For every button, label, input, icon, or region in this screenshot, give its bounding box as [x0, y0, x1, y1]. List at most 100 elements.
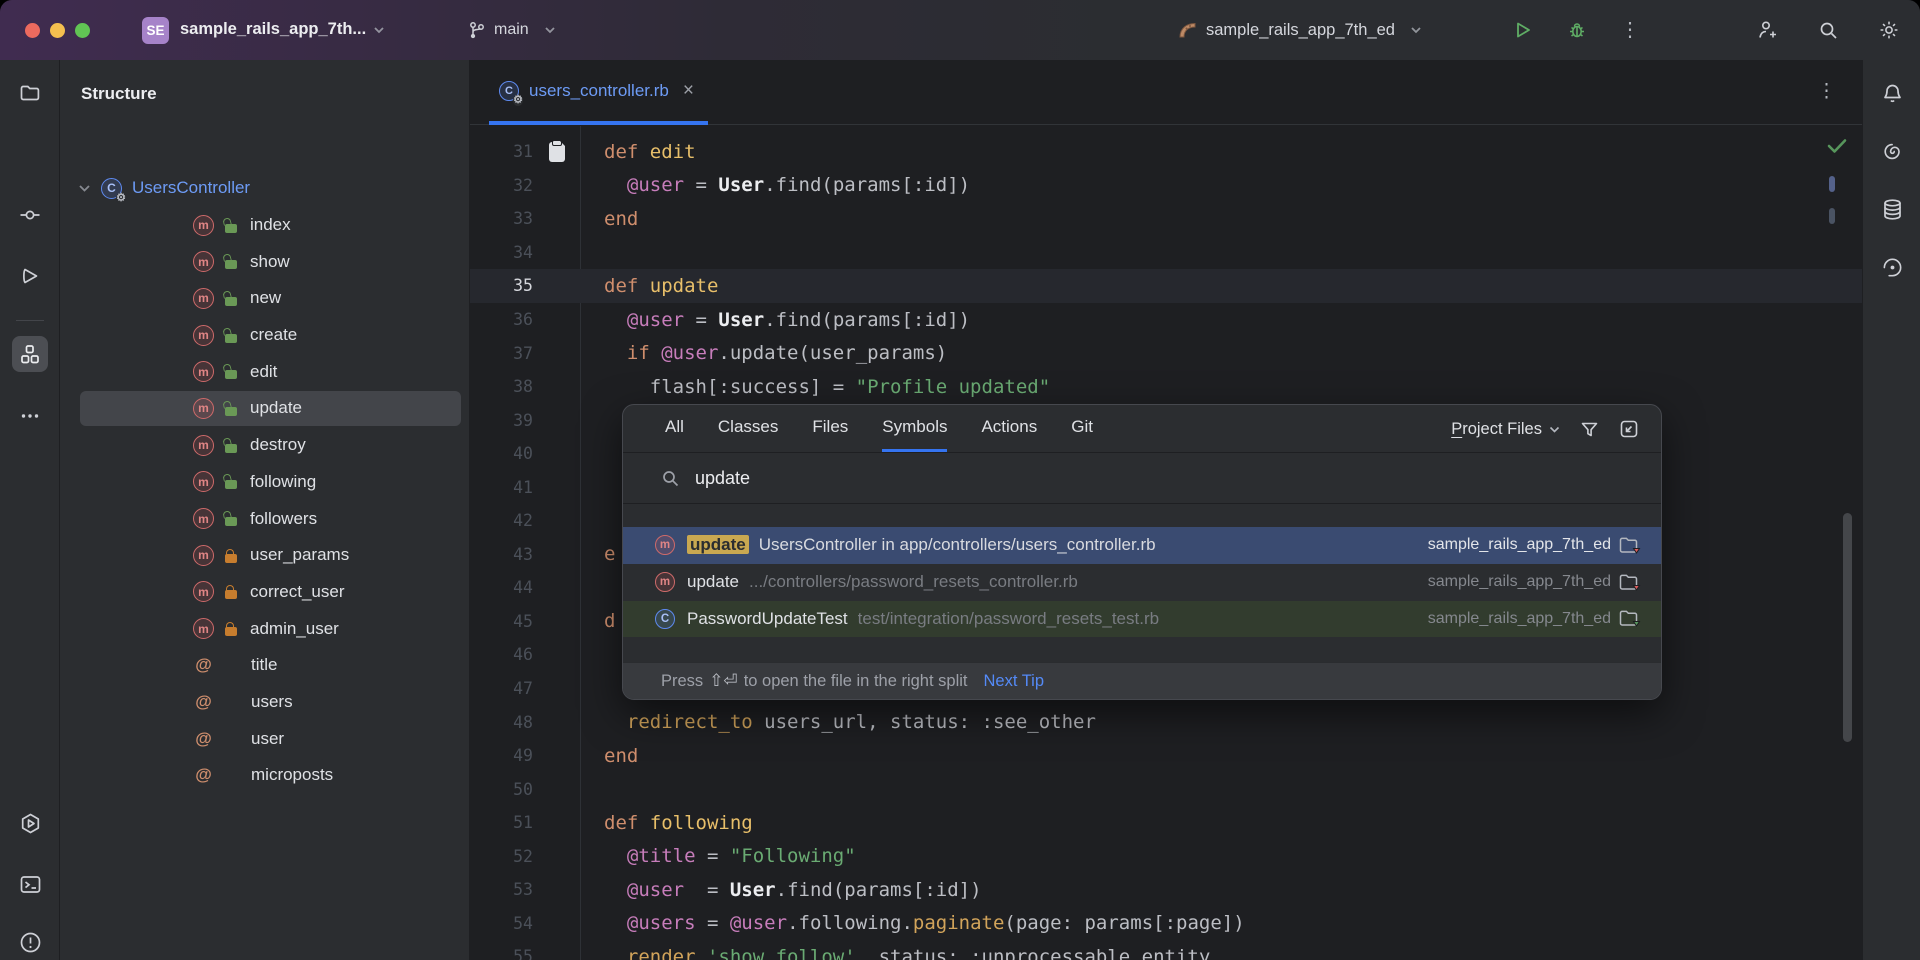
run-configuration-selector[interactable]: sample_rails_app_7th_ed [1176, 0, 1422, 60]
structure-item-index[interactable]: mindex [60, 207, 469, 244]
structure-root-usercontroller[interactable]: CUsersController [60, 170, 469, 207]
search-result-PasswordUpdateTest[interactable]: CPasswordUpdateTesttest/integration/pass… [623, 601, 1661, 638]
structure-item-users[interactable]: @users [60, 684, 469, 721]
project-tool-button[interactable] [12, 75, 48, 111]
code-line-53[interactable]: 53 @user = User.find(params[:id]) [470, 873, 1862, 907]
structure-tree: CUsersControllermindexmshowmnewmcreateme… [60, 170, 469, 794]
code-text: end [580, 745, 638, 767]
structure-item-title[interactable]: @title [60, 647, 469, 684]
code-with-me-button[interactable] [1754, 17, 1780, 43]
scope-selector[interactable]: Project Files [1451, 420, 1560, 439]
editor-scrollbar[interactable] [1843, 513, 1852, 742]
database-button[interactable] [1874, 191, 1910, 227]
filter-icon[interactable] [1580, 420, 1599, 439]
window-close-button[interactable] [25, 23, 40, 38]
code-line-48[interactable]: 48 redirect_to users_url, status: :see_o… [470, 705, 1862, 739]
popup-tab-classes[interactable]: Classes [718, 405, 778, 452]
code-line-31[interactable]: 31def edit [470, 135, 1862, 169]
code-line-34[interactable]: 34 [470, 236, 1862, 270]
more-actions-button[interactable]: ⋮ [1617, 17, 1643, 43]
code-line-36[interactable]: 36 @user = User.find(params[:id]) [470, 303, 1862, 337]
structure-item-admin_user[interactable]: madmin_user [60, 610, 469, 647]
code-text: e [580, 543, 615, 565]
close-tab-icon[interactable]: × [683, 80, 694, 102]
git-branch-widget[interactable]: main [468, 0, 556, 60]
debug-button[interactable] [1564, 17, 1590, 43]
public-lock-icon [225, 517, 237, 526]
settings-button[interactable] [1876, 17, 1902, 43]
run-button[interactable] [1510, 17, 1536, 43]
code-line-32[interactable]: 32 @user = User.find(params[:id]) [470, 169, 1862, 203]
structure-item-label: edit [250, 362, 277, 382]
instance-attribute-icon: @ [193, 729, 214, 749]
public-lock-icon [225, 407, 237, 416]
popup-tab-symbols[interactable]: Symbols [882, 405, 947, 452]
line-number: 35 [470, 276, 533, 295]
structure-item-edit[interactable]: medit [60, 353, 469, 390]
instance-attribute-icon: @ [193, 765, 214, 785]
code-line-55[interactable]: 55 render 'show_follow', status: :unproc… [470, 940, 1862, 960]
more-tool-windows-button[interactable] [12, 398, 48, 434]
structure-item-microposts[interactable]: @microposts [60, 757, 469, 794]
run-tool-button[interactable] [12, 258, 48, 294]
code-line-38[interactable]: 38 flash[:success] = "Profile updated" [470, 370, 1862, 404]
structure-item-new[interactable]: mnew [60, 280, 469, 317]
run-window-icon [19, 265, 41, 287]
structure-item-destroy[interactable]: mdestroy [60, 427, 469, 464]
popup-results-list: mupdateUsersController in app/controller… [623, 527, 1661, 637]
next-tip-link[interactable]: Next Tip [984, 672, 1045, 691]
tab-users-controller[interactable]: C users_controller.rb × [489, 60, 708, 125]
terminal-tool-button[interactable] [12, 866, 48, 902]
structure-item-following[interactable]: mfollowing [60, 464, 469, 501]
popup-tab-files[interactable]: Files [812, 405, 848, 452]
structure-item-correct_user[interactable]: mcorrect_user [60, 574, 469, 611]
popup-tab-git[interactable]: Git [1071, 405, 1093, 452]
popup-search-field[interactable]: update [623, 454, 1661, 504]
tab-label: users_controller.rb [529, 81, 669, 101]
public-lock-icon [225, 224, 237, 233]
code-line-35[interactable]: 35def update [470, 269, 1862, 303]
tab-options-kebab-icon[interactable]: ⋮ [1817, 86, 1836, 98]
search-result-update[interactable]: mupdate.../controllers/password_resets_c… [623, 564, 1661, 601]
code-line-51[interactable]: 51def following [470, 806, 1862, 840]
ruby-method-icon: m [193, 618, 214, 639]
structure-item-create[interactable]: mcreate [60, 317, 469, 354]
search-everywhere-button[interactable] [1815, 17, 1841, 43]
code-line-49[interactable]: 49end [470, 739, 1862, 773]
hint-text: to open the file in the right split [744, 672, 968, 691]
clipboard-icon[interactable] [549, 142, 565, 162]
window-zoom-button[interactable] [75, 23, 90, 38]
spiral-icon [1881, 256, 1904, 279]
structure-item-followers[interactable]: mfollowers [60, 500, 469, 537]
popup-tab-all[interactable]: All [665, 405, 684, 452]
structure-item-label: index [250, 215, 291, 235]
project-switcher[interactable]: sample_rails_app_7th... [180, 20, 385, 39]
code-line-37[interactable]: 37 if @user.update(user_params) [470, 336, 1862, 370]
notifications-button[interactable] [1874, 75, 1910, 111]
line-number: 33 [470, 209, 533, 228]
code-line-54[interactable]: 54 @users = @user.following.paginate(pag… [470, 907, 1862, 941]
commit-tool-button[interactable] [12, 197, 48, 233]
spiral-tool-button[interactable] [1874, 249, 1910, 285]
code-line-50[interactable]: 50 [470, 772, 1862, 806]
line-number: 48 [470, 713, 533, 732]
window-minimize-button[interactable] [50, 23, 65, 38]
structure-item-user_params[interactable]: muser_params [60, 537, 469, 574]
problems-tool-button[interactable] [12, 924, 48, 960]
project-badge[interactable]: SE [142, 17, 169, 44]
structure-item-user[interactable]: @user [60, 720, 469, 757]
code-line-33[interactable]: 33end [470, 202, 1862, 236]
ruby-class-icon: C [655, 609, 675, 629]
structure-tool-button[interactable] [12, 336, 48, 372]
open-in-editor-icon[interactable] [1619, 419, 1639, 439]
popup-tab-actions[interactable]: Actions [981, 405, 1037, 452]
structure-item-show[interactable]: mshow [60, 243, 469, 280]
search-result-update[interactable]: mupdateUsersController in app/controller… [623, 527, 1661, 564]
services-tool-button[interactable] [12, 805, 48, 841]
line-number: 53 [470, 880, 533, 899]
code-line-52[interactable]: 52 @title = "Following" [470, 839, 1862, 873]
result-context: .../controllers/password_resets_controll… [749, 572, 1078, 592]
ai-assistant-button[interactable] [1874, 133, 1910, 169]
public-lock-icon [225, 297, 237, 306]
structure-item-update[interactable]: mupdate [60, 390, 469, 427]
